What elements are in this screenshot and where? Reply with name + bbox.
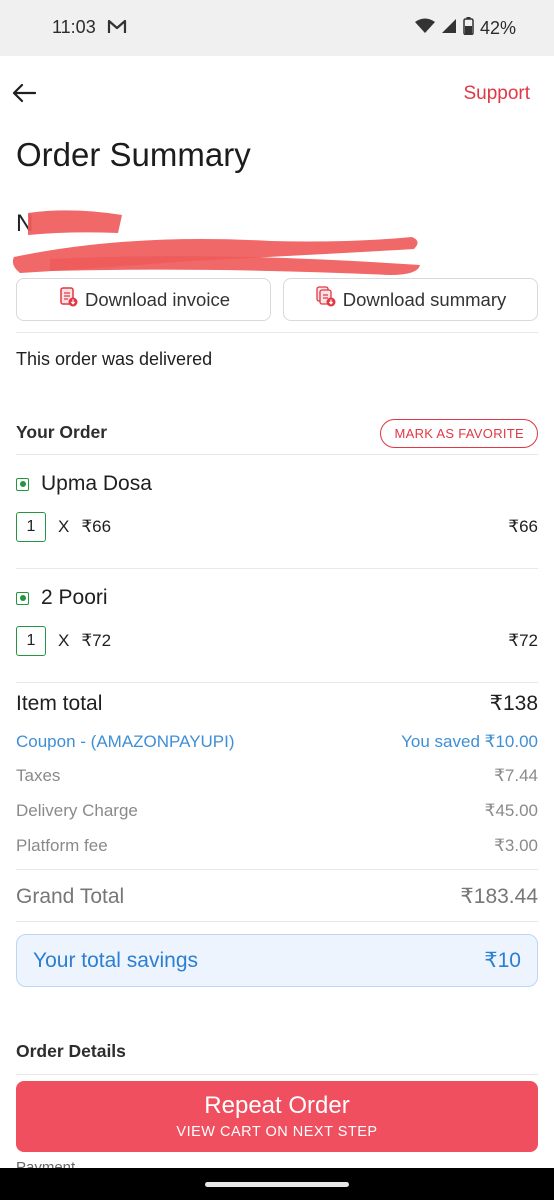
mail-icon [107, 19, 127, 40]
grand-total-value: ₹183.44 [460, 885, 538, 908]
grand-total-row: Grand Total ₹183.44 [16, 884, 538, 909]
delivery-charge-value: ₹45.00 [484, 801, 538, 820]
item-line-total: ₹66 [508, 517, 538, 536]
back-arrow-icon[interactable] [10, 78, 38, 108]
signal-icon [441, 18, 457, 39]
divider [16, 332, 538, 333]
mark-as-favorite-button[interactable]: MARK AS FAVORITE [380, 419, 538, 448]
status-bar: 11:03 42% [0, 0, 554, 56]
delivery-charge-label: Delivery Charge [16, 801, 138, 820]
order-status-text: This order was delivered [16, 349, 213, 369]
grand-total-label: Grand Total [16, 884, 125, 908]
battery-icon [463, 17, 474, 40]
divider [16, 568, 538, 569]
battery-percent: 42% [479, 18, 516, 38]
item-unit-price: ₹72 [81, 631, 112, 650]
status-time: 11:03 [52, 17, 96, 37]
total-savings-label: Your total savings [33, 948, 198, 972]
platform-fee-label: Platform fee [16, 836, 108, 855]
platform-fee-value: ₹3.00 [494, 836, 538, 855]
order-details-heading: Order Details [16, 1041, 126, 1061]
coupon-savings: You saved ₹10.00 [401, 732, 538, 751]
item-total-label: Item total [16, 691, 103, 715]
order-item: 2 Poori 1 X ₹72 ₹72 [16, 586, 538, 656]
taxes-label: Taxes [16, 766, 61, 785]
invoice-icon [57, 286, 79, 313]
item-line-total: ₹72 [508, 631, 538, 650]
divider [16, 682, 538, 683]
your-order-heading: Your Order [16, 422, 108, 442]
divider [16, 921, 538, 922]
veg-icon [16, 477, 29, 491]
multiply-sign: X [58, 631, 70, 650]
item-quantity: 1 [16, 512, 46, 542]
repeat-order-subtitle: VIEW CART ON NEXT STEP [176, 1124, 378, 1140]
order-item: Upma Dosa 1 X ₹66 ₹66 [16, 472, 538, 542]
home-gesture-handle[interactable] [205, 1182, 349, 1187]
support-link[interactable]: Support [463, 83, 530, 105]
divider [16, 454, 538, 455]
item-name: 2 Poori [41, 586, 108, 609]
repeat-order-button[interactable]: Repeat Order VIEW CART ON NEXT STEP [16, 1081, 538, 1152]
download-summary-label: Download summary [342, 288, 507, 310]
total-savings-value: ₹10 [484, 949, 521, 972]
item-total-row: Item total ₹138 [16, 691, 538, 716]
veg-icon [16, 591, 29, 605]
repeat-order-label: Repeat Order [204, 1092, 350, 1119]
item-name: Upma Dosa [41, 472, 152, 495]
app-bar: Support [0, 76, 554, 112]
item-unit-price: ₹66 [81, 517, 112, 536]
multiply-sign: X [58, 517, 70, 536]
payment-label: Payment [16, 1159, 76, 1168]
coupon-row: Coupon - (AMAZONPAYUPI) You saved ₹10.00 [16, 732, 538, 752]
wifi-icon [414, 18, 435, 39]
item-quantity: 1 [16, 626, 46, 656]
system-icons: 42% [414, 17, 516, 40]
download-invoice-button[interactable]: Download invoice [16, 278, 271, 321]
system-nav-bar [0, 1168, 554, 1200]
coupon-label: Coupon - (AMAZONPAYUPI) [16, 732, 235, 751]
total-savings-banner: Your total savings ₹10 [16, 934, 538, 987]
divider [16, 869, 538, 870]
divider [16, 1074, 538, 1075]
taxes-row: Taxes ₹7.44 [16, 766, 538, 786]
item-total-value: ₹138 [489, 692, 538, 715]
download-summary-button[interactable]: Download summary [283, 278, 538, 321]
redacted-customer-details: N [10, 205, 430, 282]
page-title: Order Summary [16, 136, 251, 173]
taxes-value: ₹7.44 [494, 766, 538, 785]
delivery-charge-row: Delivery Charge ₹45.00 [16, 801, 538, 821]
download-actions: Download invoice Download summary [16, 278, 538, 321]
summary-icon [315, 286, 337, 313]
download-invoice-label: Download invoice [84, 288, 230, 310]
platform-fee-row: Platform fee ₹3.00 [16, 836, 538, 856]
